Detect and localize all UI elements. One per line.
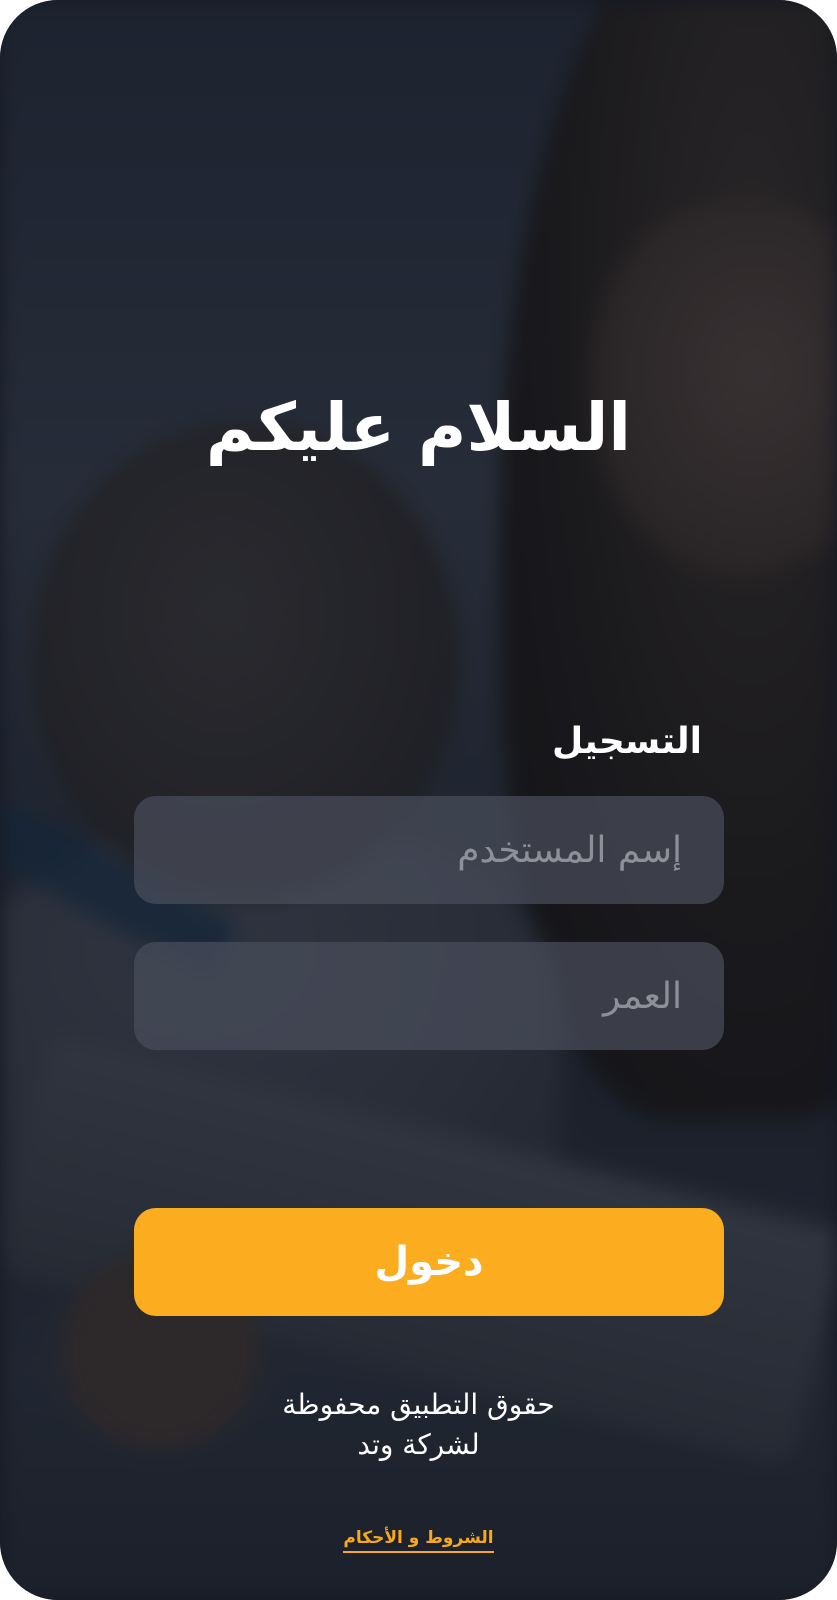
copyright-text: حقوق التطبيق محفوظة لشركة وتد (0, 1385, 837, 1465)
age-input[interactable] (134, 942, 724, 1050)
registration-label: التسجيل (552, 721, 702, 762)
greeting-title: السلام عليكم (205, 389, 632, 466)
copyright-line-2: لشركة وتد (357, 1428, 480, 1461)
copyright-line-1: حقوق التطبيق محفوظة (282, 1388, 555, 1421)
terms-link[interactable]: الشروط و الأحكام (343, 1528, 494, 1553)
terms-container: الشروط و الأحكام (0, 1528, 837, 1553)
login-screen: السلام عليكم التسجيل دخول حقوق التطبيق م… (0, 0, 837, 1600)
username-input[interactable] (134, 796, 724, 904)
login-button[interactable]: دخول (134, 1208, 724, 1316)
